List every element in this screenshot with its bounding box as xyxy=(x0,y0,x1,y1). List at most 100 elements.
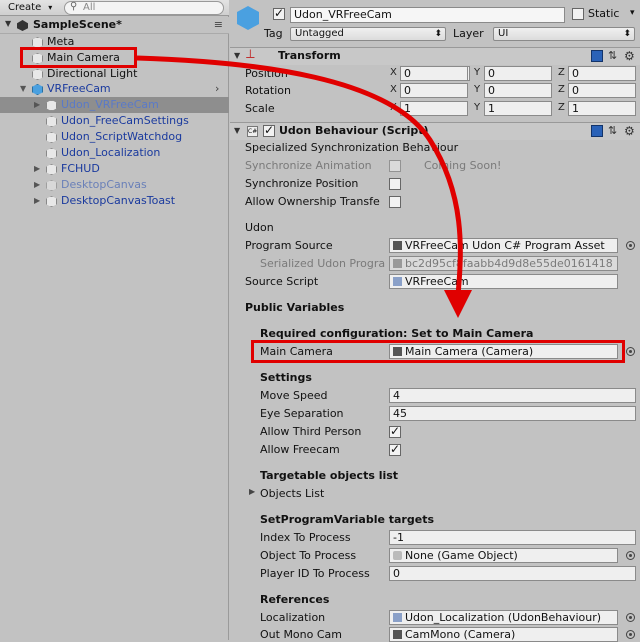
object-to-process-field[interactable]: None (Game Object) xyxy=(389,548,618,563)
specialized-sync-label: Specialized Synchronization Behaviour xyxy=(245,141,459,154)
object-to-process-label: Object To Process xyxy=(260,549,357,562)
object-picker-icon[interactable] xyxy=(626,241,635,250)
rotation-x-field[interactable]: 0 xyxy=(400,83,468,98)
gear-icon[interactable]: ⚙ xyxy=(624,50,636,62)
objects-list-label[interactable]: Objects List xyxy=(260,487,324,500)
allow-ownership-checkbox[interactable] xyxy=(389,196,401,208)
allow-freecam-checkbox[interactable] xyxy=(389,442,401,456)
hierarchy-item-label: DesktopCanvas xyxy=(61,178,147,191)
gear-icon[interactable]: ⚙ xyxy=(624,125,636,137)
active-checkbox[interactable] xyxy=(273,6,285,20)
position-x-field[interactable]: 0 xyxy=(400,66,468,81)
hierarchy-item-fchud[interactable]: ▶ FCHUD xyxy=(0,161,229,177)
axis-x-label: X xyxy=(390,84,397,95)
axis-z-label: Z xyxy=(558,102,565,113)
position-z-field[interactable]: 0 xyxy=(568,66,636,81)
object-picker-icon[interactable] xyxy=(626,630,635,639)
hierarchy-item-udon-vrfreecam[interactable]: ▶ Udon_VRFreeCam xyxy=(0,97,229,113)
object-picker-icon[interactable] xyxy=(626,551,635,560)
component-enabled-checkbox[interactable] xyxy=(263,123,275,137)
hierarchy-item-desktopcanvas[interactable]: ▶ DesktopCanvas xyxy=(0,177,229,193)
expand-arrow-icon[interactable]: ▶ xyxy=(249,487,255,496)
index-to-process-input[interactable]: -1 xyxy=(389,530,636,545)
hierarchy-item-udon-freecamsettings[interactable]: Udon_FreeCamSettings xyxy=(0,113,229,129)
source-script-label: Source Script xyxy=(245,275,319,288)
static-checkbox[interactable] xyxy=(572,8,584,20)
axis-x-label: X xyxy=(390,102,397,113)
position-y-field[interactable]: 0 xyxy=(484,66,552,81)
gameobject-cube-icon xyxy=(46,132,57,143)
chevron-down-icon: ⬍ xyxy=(623,29,631,39)
tag-label: Tag xyxy=(264,27,283,40)
player-id-input[interactable]: 0 xyxy=(389,566,636,581)
expand-arrow-icon[interactable]: ▼ xyxy=(5,19,11,28)
udon-behaviour-title: Udon Behaviour (Script) xyxy=(279,124,429,137)
program-source-field[interactable]: VRFreeCam Udon C# Program Asset xyxy=(389,238,618,253)
tag-dropdown[interactable]: Untagged ⬍ xyxy=(290,27,446,41)
object-name-input[interactable]: Udon_VRFreeCam xyxy=(290,7,565,23)
source-script-field[interactable]: VRFreeCam xyxy=(389,274,618,289)
collapse-arrow-icon[interactable]: ▼ xyxy=(234,51,240,60)
collapse-arrow-icon[interactable]: ▼ xyxy=(20,81,26,97)
preset-sliders-icon[interactable]: ⇅ xyxy=(608,125,620,137)
rotation-y-field[interactable]: 0 xyxy=(484,83,552,98)
serialized-program-value: bc2d95cf8faabb4d9d8e55de0161418 xyxy=(405,257,613,270)
scene-header-row[interactable]: ▼ SampleScene* ≡ xyxy=(0,17,229,34)
hierarchy-item-udon-scriptwatchdog[interactable]: Udon_ScriptWatchdog xyxy=(0,129,229,145)
sync-position-label: Synchronize Position xyxy=(245,177,359,190)
udon-behaviour-component-header[interactable]: ▼ C# Udon Behaviour (Script) ⇅ ⚙ xyxy=(230,122,640,140)
gameobject-cube-icon xyxy=(32,69,43,80)
static-dropdown-icon[interactable]: ▾ xyxy=(630,7,638,21)
localization-field[interactable]: Udon_Localization (UdonBehaviour) xyxy=(389,610,618,625)
gameobject-cube-icon xyxy=(393,551,402,560)
inspector-panel: Udon_VRFreeCam Static ▾ Tag Untagged ⬍ L… xyxy=(230,0,640,642)
expand-arrow-icon[interactable]: ▶ xyxy=(34,177,40,193)
gameobject-cube-icon xyxy=(237,6,259,30)
out-mono-cam-value: CamMono (Camera) xyxy=(405,628,516,641)
collapse-arrow-icon[interactable]: ▼ xyxy=(234,126,240,135)
axis-z-label: Z xyxy=(558,67,565,78)
allow-third-person-checkbox[interactable] xyxy=(389,424,401,438)
scene-menu-icon[interactable]: ≡ xyxy=(214,18,223,31)
scale-y-field[interactable]: 1 xyxy=(484,101,552,116)
unity-editor-window: Create ▾ ⚲ All ▼ SampleScene* ≡ Meta Mai… xyxy=(0,0,640,642)
help-book-icon[interactable] xyxy=(591,50,603,62)
inspector-header: Udon_VRFreeCam Static ▾ Tag Untagged ⬍ L… xyxy=(230,0,640,46)
hierarchy-panel: Create ▾ ⚲ All ▼ SampleScene* ≡ Meta Mai… xyxy=(0,0,229,640)
scale-z-field[interactable]: 1 xyxy=(568,101,636,116)
hierarchy-item-label: Udon_FreeCamSettings xyxy=(61,114,189,127)
scale-x-field[interactable]: 1 xyxy=(400,101,468,116)
hierarchy-item-vrfreecam[interactable]: ▼ VRFreeCam › xyxy=(0,81,229,97)
hierarchy-item-directional-light[interactable]: Directional Light xyxy=(0,66,229,82)
sync-position-checkbox[interactable] xyxy=(389,178,401,190)
chevron-right-icon[interactable]: › xyxy=(215,81,219,97)
help-book-icon[interactable] xyxy=(591,125,603,137)
hierarchy-item-udon-localization[interactable]: Udon_Localization xyxy=(0,145,229,161)
layer-dropdown[interactable]: UI ⬍ xyxy=(493,27,635,41)
player-id-label: Player ID To Process xyxy=(260,567,370,580)
preset-sliders-icon[interactable]: ⇅ xyxy=(608,50,620,62)
script-icon: C# xyxy=(247,126,258,137)
gameobject-cube-icon xyxy=(46,164,57,175)
rotation-z-field[interactable]: 0 xyxy=(568,83,636,98)
create-dropdown-button[interactable]: Create ▾ xyxy=(2,1,55,15)
object-picker-icon[interactable] xyxy=(626,347,635,356)
transform-component-header[interactable]: ▼ ⟂ Transform ⇅ ⚙ xyxy=(230,47,640,65)
expand-arrow-icon[interactable]: ▶ xyxy=(34,193,40,209)
expand-arrow-icon[interactable]: ▶ xyxy=(34,97,40,113)
expand-arrow-icon[interactable]: ▶ xyxy=(34,161,40,177)
layer-value: UI xyxy=(498,28,509,39)
transform-title: Transform xyxy=(278,49,341,62)
required-config-heading: Required configuration: Set to Main Came… xyxy=(260,327,534,340)
layer-label: Layer xyxy=(453,27,484,40)
eye-separation-input[interactable]: 45 xyxy=(389,406,636,421)
move-speed-input[interactable]: 4 xyxy=(389,388,636,403)
hierarchy-search-input[interactable]: ⚲ All xyxy=(64,1,224,15)
allow-ownership-label: Allow Ownership Transfe xyxy=(245,195,380,208)
script-icon xyxy=(393,277,402,286)
hierarchy-item-label: FCHUD xyxy=(61,162,100,175)
hierarchy-item-desktopcanvastoast[interactable]: ▶ DesktopCanvasToast xyxy=(0,193,229,209)
axis-x-label: X xyxy=(390,67,397,78)
axis-z-label: Z xyxy=(558,84,565,95)
object-picker-icon[interactable] xyxy=(626,613,635,622)
